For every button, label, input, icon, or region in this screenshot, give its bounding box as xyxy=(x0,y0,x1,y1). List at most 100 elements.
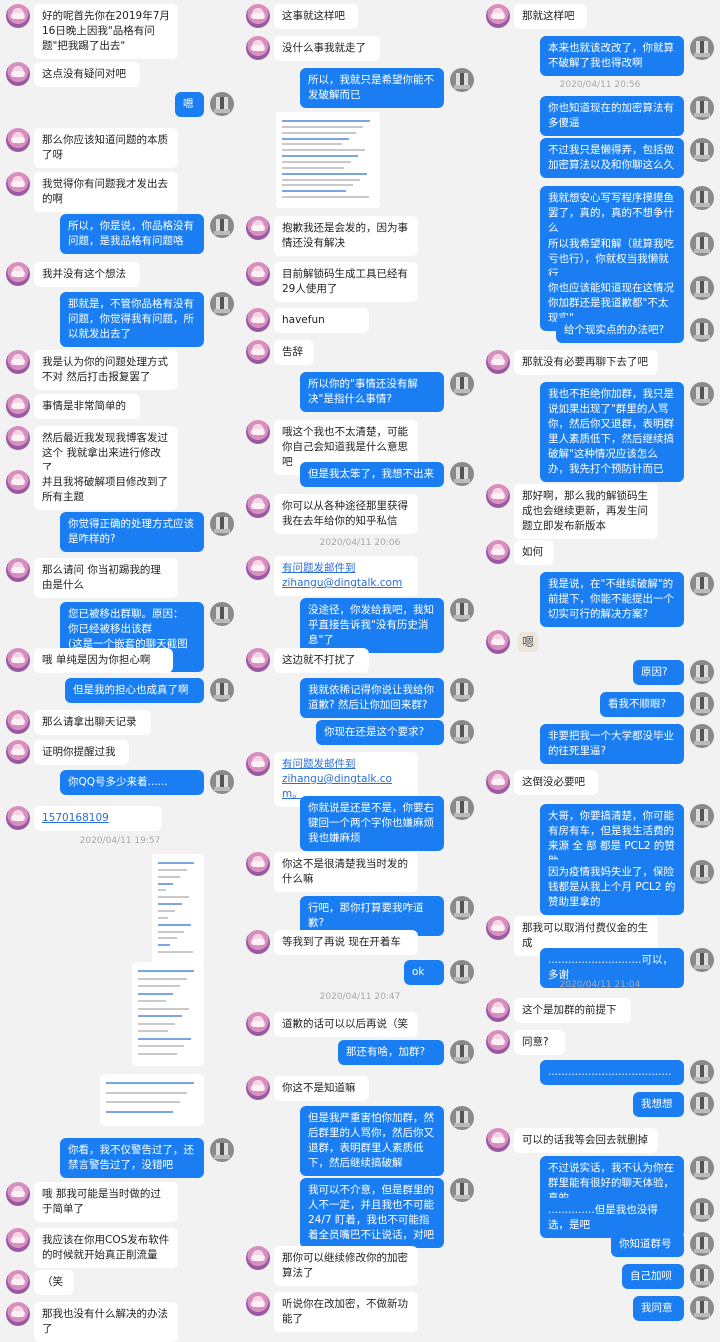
received-message-bubble[interactable]: 你可以从各种途径那里获得我在去年给你的知乎私信 xyxy=(274,494,418,534)
received-message-bubble[interactable]: 目前解锁码生成工具已经有29人使用了 xyxy=(274,262,418,302)
contact-avatar[interactable] xyxy=(6,558,30,582)
self-avatar[interactable] xyxy=(690,1198,714,1222)
received-message-bubble[interactable]: 那么请拿出聊天记录 xyxy=(34,710,151,735)
self-avatar[interactable] xyxy=(450,896,474,920)
self-avatar[interactable] xyxy=(210,602,234,626)
sent-message-bubble[interactable]: 原因? xyxy=(633,660,684,685)
sent-message-bubble[interactable]: 非要把我一个大学都没毕业的往死里逼? xyxy=(540,724,684,764)
received-message-bubble[interactable]: 证明你提醒过我 xyxy=(34,740,129,765)
self-avatar[interactable] xyxy=(690,724,714,748)
received-message-bubble[interactable]: 那好啊，那么我的解锁码生成也会继续更新，再发生问题立即发布新版本 xyxy=(514,484,658,539)
sent-message-bubble[interactable]: 我想想 xyxy=(633,1092,684,1117)
contact-avatar[interactable] xyxy=(246,1292,270,1316)
received-message-bubble[interactable]: 哦 单纯是因为你担心啊 xyxy=(34,648,173,673)
received-message-bubble[interactable]: 那我也没有什么解决的办法了 xyxy=(34,1302,178,1342)
received-message-bubble[interactable]: （笑 xyxy=(34,1270,74,1295)
sent-message-bubble[interactable]: 那就是，不管你品格有没有问题，你觉得我有问题，所以就发出去了 xyxy=(60,292,204,347)
contact-avatar[interactable] xyxy=(486,630,510,654)
contact-avatar[interactable] xyxy=(6,806,30,830)
sent-message-bubble[interactable]: 你看，我不仅警告过了，还禁言警告过了，没错吧 xyxy=(60,1138,204,1178)
self-avatar[interactable] xyxy=(210,678,234,702)
self-avatar[interactable] xyxy=(450,462,474,486)
sent-message-bubble[interactable]: 我同意 xyxy=(633,1296,684,1321)
sent-message-bubble[interactable]: 给个现实点的办法吧? xyxy=(556,318,684,343)
chat-log-image-message[interactable] xyxy=(152,854,204,964)
received-message-bubble[interactable]: 这个是加群的前提下 xyxy=(514,998,631,1023)
contact-avatar[interactable] xyxy=(6,648,30,672)
contact-avatar[interactable] xyxy=(246,1012,270,1036)
self-avatar[interactable] xyxy=(690,948,714,972)
sent-message-bubble[interactable]: 不过我只是懒得弄，包括做加密算法以及和你聊这么久 xyxy=(540,138,684,178)
received-message-bubble[interactable]: 道歉的话可以以后再说（笑 xyxy=(274,1012,418,1037)
received-message-bubble[interactable]: 那么你应该知道问题的本质了呀 xyxy=(34,128,178,168)
sent-message-bubble[interactable]: 所以你的"事情还没有解决"是指什么事情? xyxy=(300,372,444,412)
received-message-bubble[interactable]: 抱歉我还是会发的，因为事情还没有解决 xyxy=(274,216,418,256)
sent-message-bubble[interactable]: 没途径，你发给我吧，我知乎直接告诉我"没有历史消息"了 xyxy=(300,598,444,653)
received-message-bubble[interactable]: 你这不是很清楚我当时发的什么嘛 xyxy=(274,852,418,892)
contact-avatar[interactable] xyxy=(6,350,30,374)
contact-avatar[interactable] xyxy=(246,216,270,240)
contact-avatar[interactable] xyxy=(6,710,30,734)
contact-avatar[interactable] xyxy=(486,1030,510,1054)
sent-message-bubble[interactable]: ..................................... xyxy=(540,1060,684,1085)
received-message-bubble[interactable]: 听说你在改加密，不做新功能了 xyxy=(274,1292,418,1332)
contact-avatar[interactable] xyxy=(486,540,510,564)
contact-avatar[interactable] xyxy=(246,648,270,672)
self-avatar[interactable] xyxy=(690,1296,714,1320)
received-message-bubble[interactable]: 1570168109 xyxy=(34,806,162,831)
self-avatar[interactable] xyxy=(450,68,474,92)
received-message-bubble[interactable]: 并且我将破解项目修改到了所有主题 xyxy=(34,470,178,510)
contact-avatar[interactable] xyxy=(246,752,270,776)
contact-avatar[interactable] xyxy=(6,470,30,494)
contact-avatar[interactable] xyxy=(246,4,270,28)
contact-avatar[interactable] xyxy=(246,556,270,580)
received-message-bubble[interactable]: 好的呢首先你在2019年7月16日晚上因我"品格有问题"把我踢了出去" xyxy=(34,4,178,59)
self-avatar[interactable] xyxy=(450,1040,474,1064)
received-message-bubble[interactable]: 那就这样吧 xyxy=(514,4,587,29)
self-avatar[interactable] xyxy=(450,372,474,396)
self-avatar[interactable] xyxy=(690,1264,714,1288)
received-message-bubble[interactable]: 同意? xyxy=(514,1030,565,1055)
received-message-bubble[interactable]: 那你可以继续修改你的加密算法了 xyxy=(274,1246,418,1286)
received-message-bubble[interactable]: 如何 xyxy=(514,540,554,565)
self-avatar[interactable] xyxy=(690,36,714,60)
contact-avatar[interactable] xyxy=(246,1076,270,1100)
sent-message-bubble[interactable]: 所以，我就只是希望你能不发破解而已 xyxy=(300,68,444,108)
contact-avatar[interactable] xyxy=(6,1270,30,1294)
contact-avatar[interactable] xyxy=(6,394,30,418)
contact-avatar[interactable] xyxy=(246,308,270,332)
self-avatar[interactable] xyxy=(210,770,234,794)
sticker-emoji[interactable]: 嗯 xyxy=(518,632,538,652)
screenshot-image-message[interactable] xyxy=(276,112,380,208)
self-avatar[interactable] xyxy=(210,512,234,536)
contact-avatar[interactable] xyxy=(246,262,270,286)
sent-message-bubble[interactable]: 我就依稀记得你说让我给你道歉? 然后让你加回来群? xyxy=(300,678,444,718)
self-avatar[interactable] xyxy=(690,186,714,210)
sent-message-bubble[interactable]: 你就说是还是不是，你要右键回一个两个字你也嫌麻烦我也嫌麻烦 xyxy=(300,796,444,851)
received-message-bubble[interactable]: 有问题发邮件到 zihangu@dingtalk.com xyxy=(274,556,418,596)
contact-avatar[interactable] xyxy=(486,998,510,1022)
self-avatar[interactable] xyxy=(450,678,474,702)
self-avatar[interactable] xyxy=(690,382,714,406)
self-avatar[interactable] xyxy=(690,1060,714,1084)
sent-message-bubble[interactable]: 但是我的担心也成真了啊 xyxy=(65,678,204,703)
sent-message-bubble[interactable]: 自己加呗 xyxy=(622,1264,684,1289)
received-message-bubble[interactable]: 没什么事我就走了 xyxy=(274,36,380,61)
self-avatar[interactable] xyxy=(450,960,474,984)
chat-log-image-message[interactable] xyxy=(132,962,204,1066)
received-message-bubble[interactable]: 那么请问 你当初踢我的理由是什么 xyxy=(34,558,178,598)
sent-message-bubble[interactable]: 你也知道现在的加密算法有多傻逼 xyxy=(540,96,684,136)
sent-message-bubble[interactable]: 你知道群号 xyxy=(611,1232,684,1257)
sent-message-bubble[interactable]: 我是说，在"不继续破解"的前提下，你能不能提出一个切实可行的解决方案? xyxy=(540,572,684,627)
received-message-bubble[interactable]: 那就没有必要再聊下去了吧 xyxy=(514,350,658,375)
self-avatar[interactable] xyxy=(690,96,714,120)
self-avatar[interactable] xyxy=(690,572,714,596)
contact-avatar[interactable] xyxy=(6,262,30,286)
received-message-bubble[interactable]: 这事就这样吧 xyxy=(274,4,358,29)
self-avatar[interactable] xyxy=(450,720,474,744)
contact-avatar[interactable] xyxy=(6,4,30,28)
sent-message-bubble[interactable]: 因为疫情我妈失业了，保险钱都是从我上个月 PCL2 的赞助里拿的 xyxy=(540,860,684,915)
contact-avatar[interactable] xyxy=(246,852,270,876)
received-message-bubble[interactable]: 我是认为你的问题处理方式不对 然后打击报复罢了 xyxy=(34,350,178,390)
contact-avatar[interactable] xyxy=(6,1182,30,1206)
